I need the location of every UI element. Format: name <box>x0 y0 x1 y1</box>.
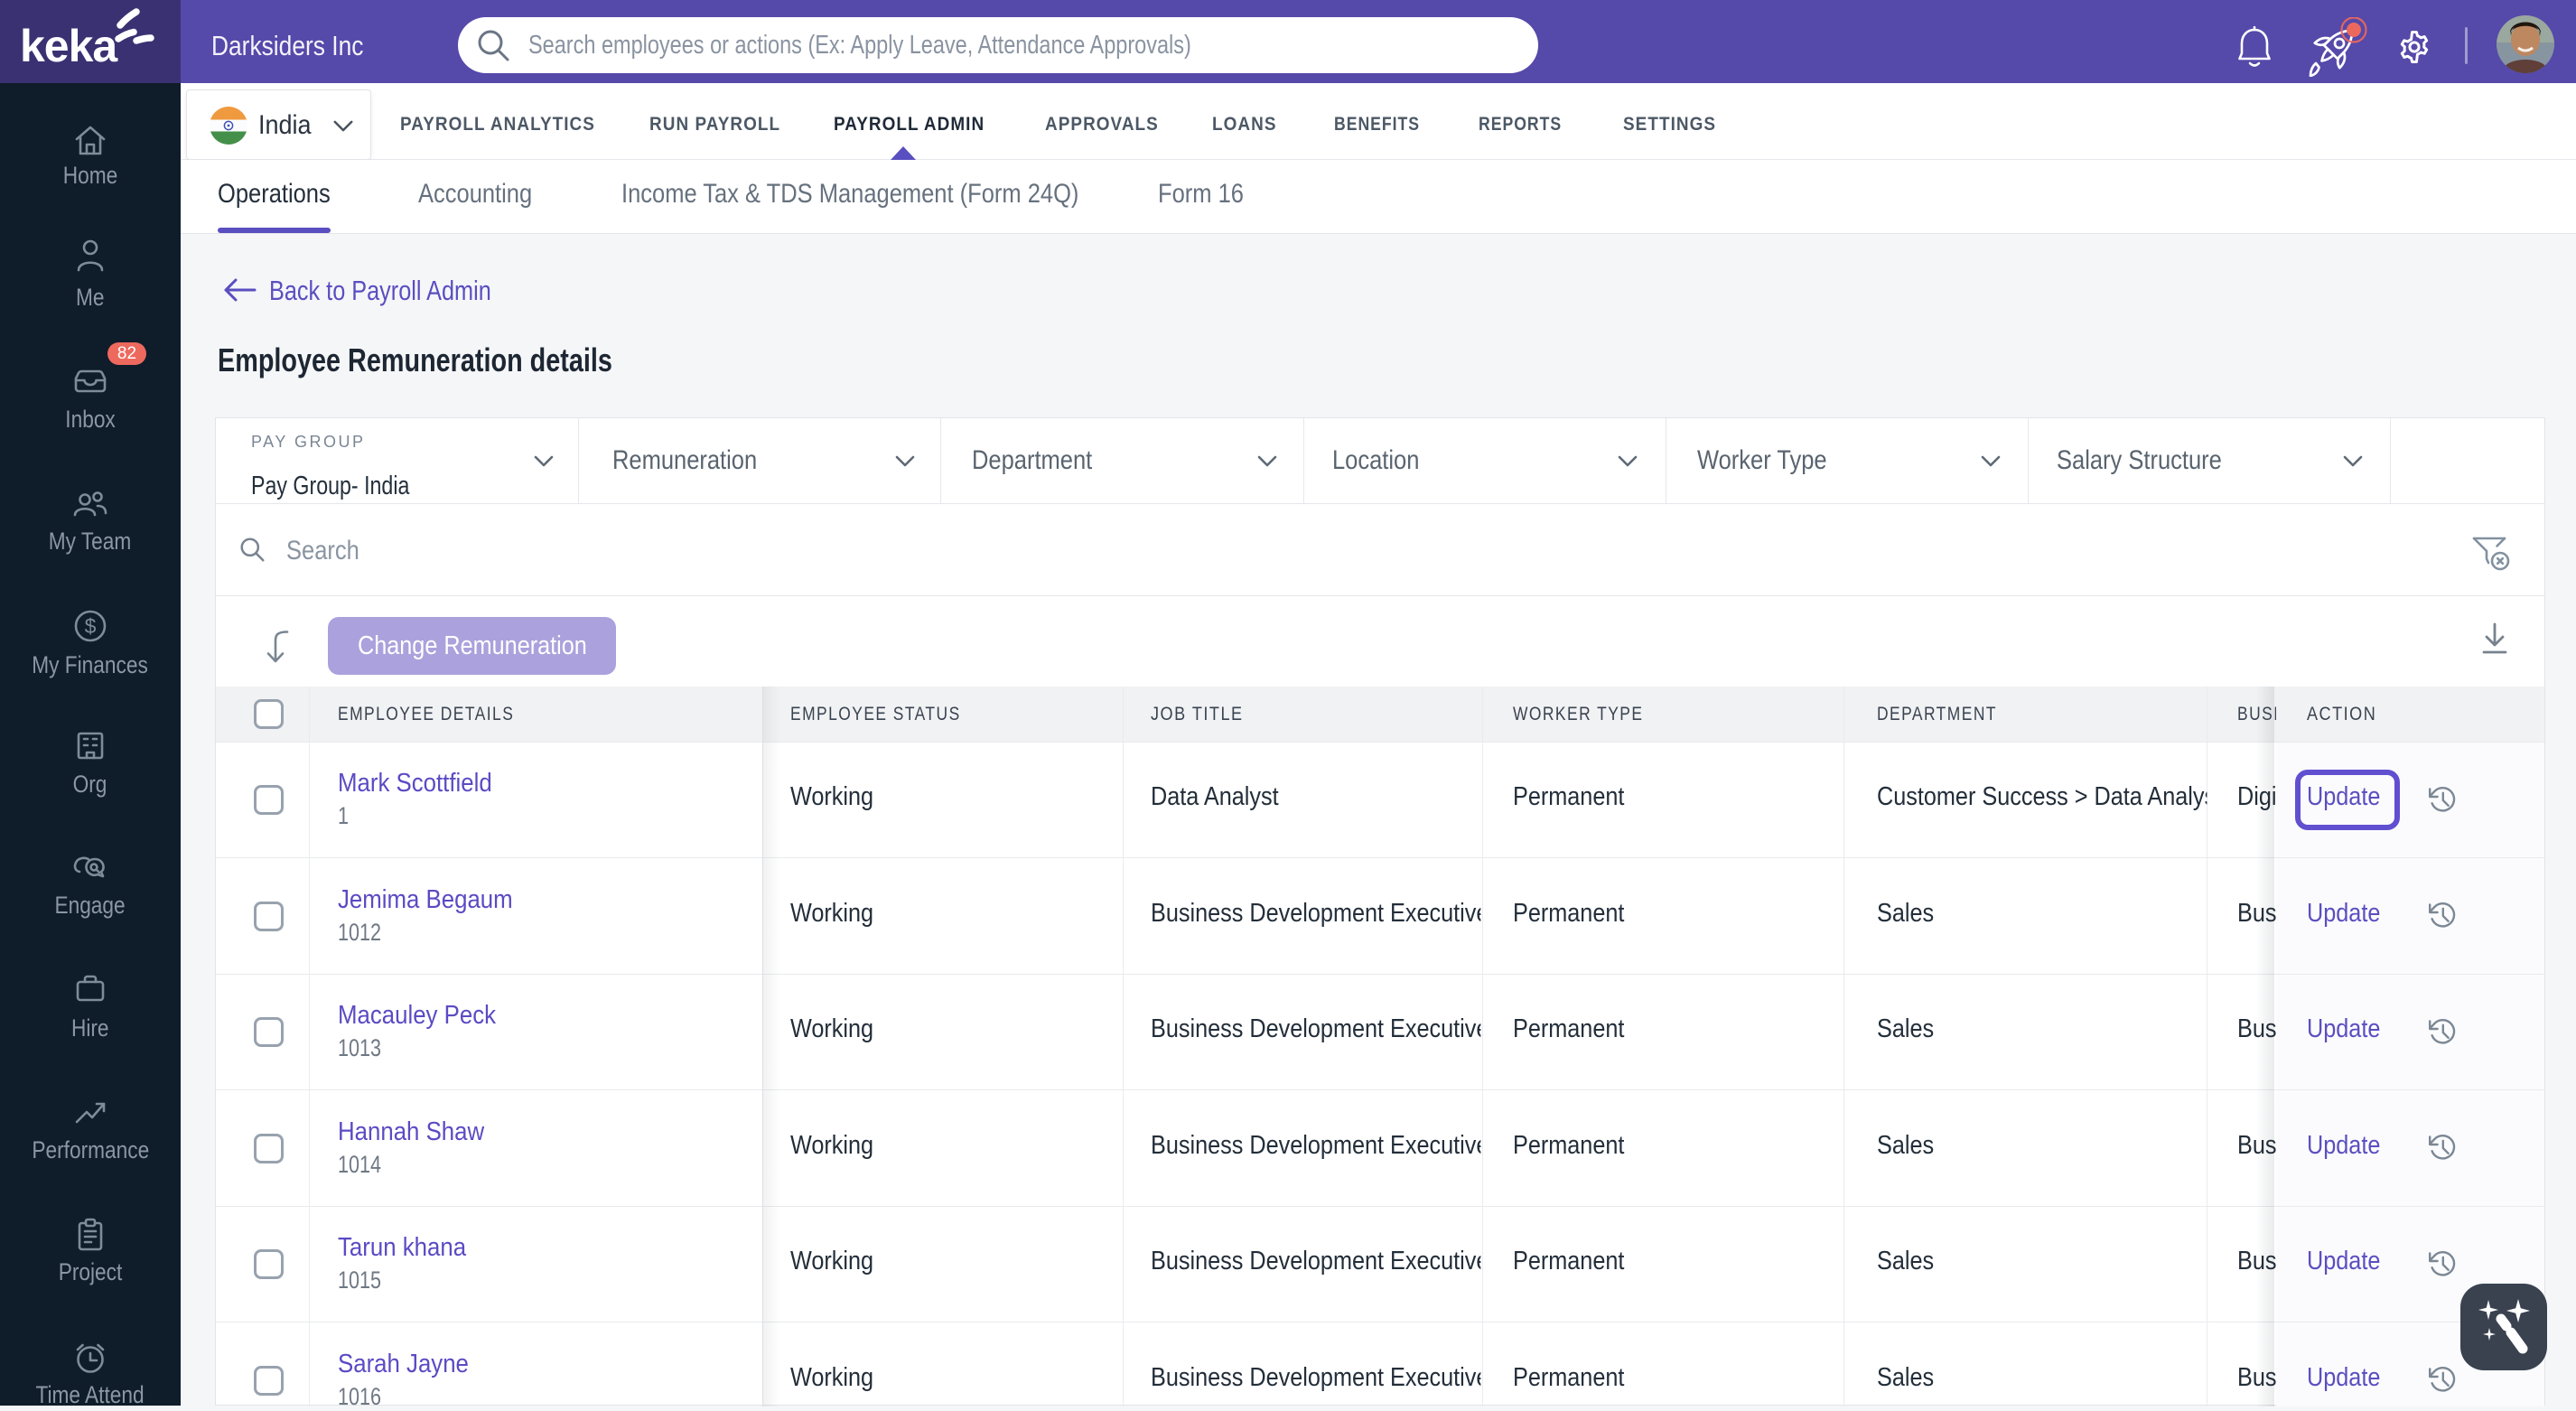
svg-text:$: $ <box>85 614 97 638</box>
svg-text:keka: keka <box>20 21 118 71</box>
